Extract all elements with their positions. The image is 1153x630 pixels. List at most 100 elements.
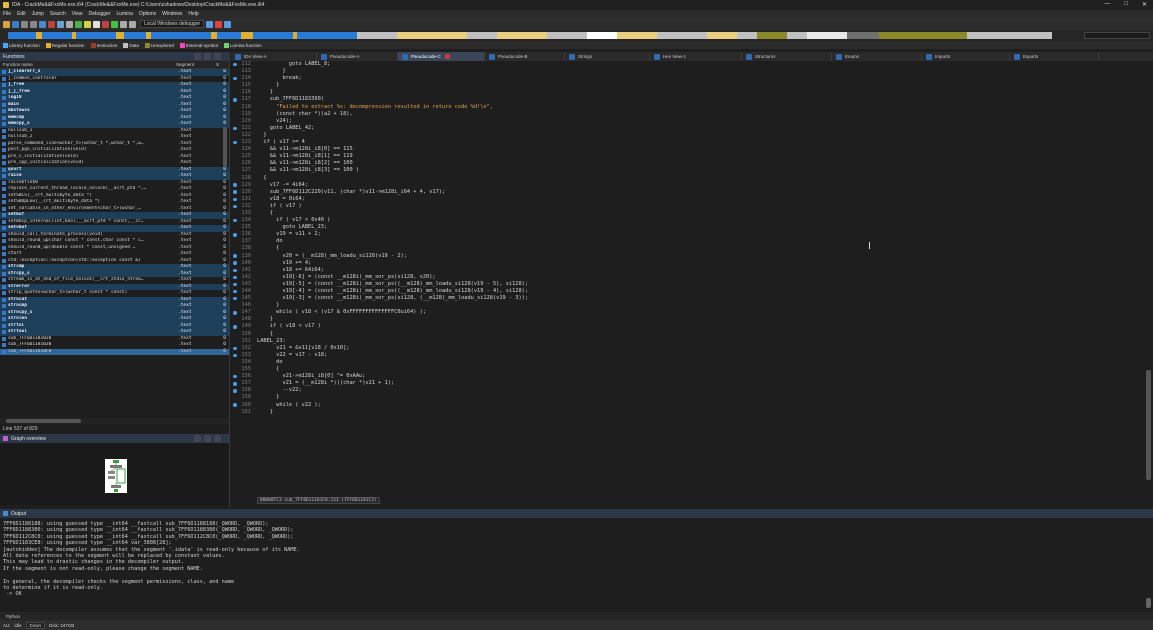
column-s[interactable]: S [216, 62, 219, 67]
graph-float-icon[interactable] [204, 435, 211, 442]
code-line[interactable]: 142 v19[-6] = (const __m128i)_mm_xor_ps(… [231, 274, 1153, 281]
code-line[interactable]: 149 if ( v18 < v17 ) [231, 323, 1153, 330]
open-icon[interactable] [3, 20, 10, 28]
breakpoint-gutter[interactable] [231, 261, 239, 265]
breakpoint-gutter[interactable] [231, 183, 239, 187]
code-line[interactable]: 134 if ( v17 < 0x40 ) [231, 217, 1153, 224]
navigation-strip[interactable] [8, 32, 1078, 39]
code-line[interactable]: 139 v20 = (__m128)_mm_loadu_si128(v19 - … [231, 253, 1153, 260]
code-line[interactable]: 137 do [231, 238, 1153, 245]
graph-minimap[interactable] [105, 459, 127, 493]
code-line[interactable]: 154 do [231, 359, 1153, 366]
breakpoint-gutter[interactable] [231, 311, 239, 315]
code-line[interactable]: 141 v18 += 64i64; [231, 267, 1153, 274]
minimize-button[interactable]: — [1104, 1, 1110, 8]
navigation-combo[interactable] [1084, 32, 1150, 39]
breakpoint-gutter[interactable] [231, 403, 239, 407]
tab-close-icon[interactable] [444, 54, 450, 59]
code-line[interactable]: 135 goto LABEL_23; [231, 224, 1153, 231]
code-line[interactable]: 129 v17 -= 4i64; [231, 182, 1153, 189]
search-icon[interactable] [48, 20, 55, 28]
menu-debugger[interactable]: Debugger [89, 11, 111, 17]
code-line[interactable]: 131 v18 = 0i64; [231, 196, 1153, 203]
code-line[interactable]: 130 sub_7FF6D112C220(v11, (char *)v11->m… [231, 189, 1153, 196]
lumina-icon[interactable] [224, 20, 232, 28]
code-line[interactable]: 161 } [231, 409, 1153, 416]
breakpoint-gutter[interactable] [231, 282, 239, 287]
data-icon[interactable] [84, 20, 91, 28]
run-icon[interactable] [111, 20, 118, 28]
breakpoint-gutter[interactable] [231, 140, 239, 145]
menu-lumina[interactable]: Lumina [116, 11, 132, 17]
code-line[interactable]: 150 { [231, 331, 1153, 338]
code-line[interactable]: 138 { [231, 245, 1153, 252]
code-line[interactable]: 120 v24); [231, 118, 1153, 125]
menu-help[interactable]: Help [188, 11, 198, 17]
pseudocode-view[interactable]: 112 goto LABEL_8; 113 } 114 break; 115 } 116… [231, 61, 1153, 496]
tab-pseudocode-c[interactable]: Pseudocode-C [398, 52, 485, 61]
code-line[interactable]: 124 && v11->m128i_i8[0] == 115 [231, 146, 1153, 153]
jump-icon[interactable] [39, 20, 46, 28]
tab-strings[interactable]: Strings [565, 52, 650, 61]
cross-icon[interactable] [102, 20, 109, 28]
column-segment[interactable]: Segment [176, 62, 216, 67]
maximize-button[interactable]: □ [1124, 1, 1128, 8]
menu-view[interactable]: View [72, 11, 83, 17]
code-line[interactable]: 126 && v11->m128i_i8[2] == 100 [231, 160, 1153, 167]
code-line[interactable]: 157 v21 = (__m128i *)((char *)v21 + 1); [231, 380, 1153, 387]
graph-close-icon[interactable] [214, 435, 221, 442]
breakpoint-icon[interactable] [215, 20, 223, 28]
code-line[interactable]: 152 v21 = &v11[v18 / 0x10]; [231, 345, 1153, 352]
python-tab[interactable]: Python [6, 614, 20, 619]
breakpoint-gutter[interactable] [231, 389, 239, 393]
breakpoint-gutter[interactable] [231, 353, 239, 358]
status-direction[interactable]: Down [25, 621, 46, 629]
breakpoint-gutter[interactable] [231, 254, 239, 258]
code-line[interactable]: 147 while ( v18 < (v17 & 0xFFFFFFFFFFFFF… [231, 309, 1153, 316]
menu-jump[interactable]: Jump [32, 11, 44, 17]
code-line[interactable]: 113 } [231, 68, 1153, 75]
pause-icon[interactable] [120, 20, 127, 28]
code-line[interactable]: 158 --v22; [231, 387, 1153, 394]
breakpoint-gutter[interactable] [231, 382, 239, 386]
code-line[interactable]: 122 } [231, 132, 1153, 139]
functions-hscrollbar[interactable] [0, 418, 229, 424]
breakpoint-gutter[interactable] [231, 98, 239, 102]
breakpoint-gutter[interactable] [231, 204, 239, 209]
hex-icon[interactable] [66, 20, 73, 28]
code-line[interactable]: 127 && v11->m128i_i8[3] == 100 ) [231, 167, 1153, 174]
menu-windows[interactable]: Windows [162, 11, 182, 17]
code-line[interactable]: 123 if ( v17 >= 4 [231, 139, 1153, 146]
graph-menu-icon[interactable] [194, 435, 201, 442]
code-scrollbar[interactable] [1146, 370, 1151, 480]
code-line[interactable]: 128 { [231, 175, 1153, 182]
tab-pseudocode-b[interactable]: Pseudocode-B [485, 52, 565, 61]
code-line[interactable]: 156 v21->m128i_i8[0] ^= 0xAAu; [231, 373, 1153, 380]
code-icon[interactable] [75, 20, 82, 28]
tab-imports[interactable]: Imports [922, 52, 1010, 61]
function-row[interactable]: sub_7FF6D11810F0 .text 0 [0, 348, 229, 355]
text-icon[interactable] [57, 20, 64, 28]
code-line[interactable]: 112 goto LABEL_8; [231, 61, 1153, 68]
graph-icon[interactable] [93, 20, 100, 28]
code-line[interactable]: 115 } [231, 82, 1153, 89]
back-icon[interactable] [21, 20, 28, 28]
tab-exports[interactable]: Exports [1010, 52, 1099, 61]
breakpoint-gutter[interactable] [231, 62, 239, 67]
breakpoint-gutter[interactable] [231, 374, 239, 379]
code-line[interactable]: 143 v19[-5] = (const __m128i)_mm_xor_ps(… [231, 281, 1153, 288]
code-line[interactable]: 119 (const char *)(a2 + 18), [231, 111, 1153, 118]
code-line[interactable]: 159 } [231, 394, 1153, 401]
breakpoint-gutter[interactable] [231, 190, 239, 194]
code-line[interactable]: 118 "Failed to extract %s: decompression… [231, 104, 1153, 111]
code-line[interactable]: 151 LABEL_23: [231, 338, 1153, 345]
close-button[interactable]: ✕ [1142, 1, 1147, 8]
code-line[interactable]: 121 goto LABEL_42; [231, 125, 1153, 132]
code-line[interactable]: 136 v19 = v11 + 2; [231, 231, 1153, 238]
breakpoint-gutter[interactable] [231, 289, 239, 294]
debug-options-icon[interactable] [206, 20, 214, 28]
code-line[interactable]: 114 break; [231, 75, 1153, 82]
breakpoint-gutter[interactable] [231, 275, 239, 280]
code-line[interactable]: 140 v19 += 4; [231, 260, 1153, 267]
breakpoint-gutter[interactable] [231, 325, 239, 329]
